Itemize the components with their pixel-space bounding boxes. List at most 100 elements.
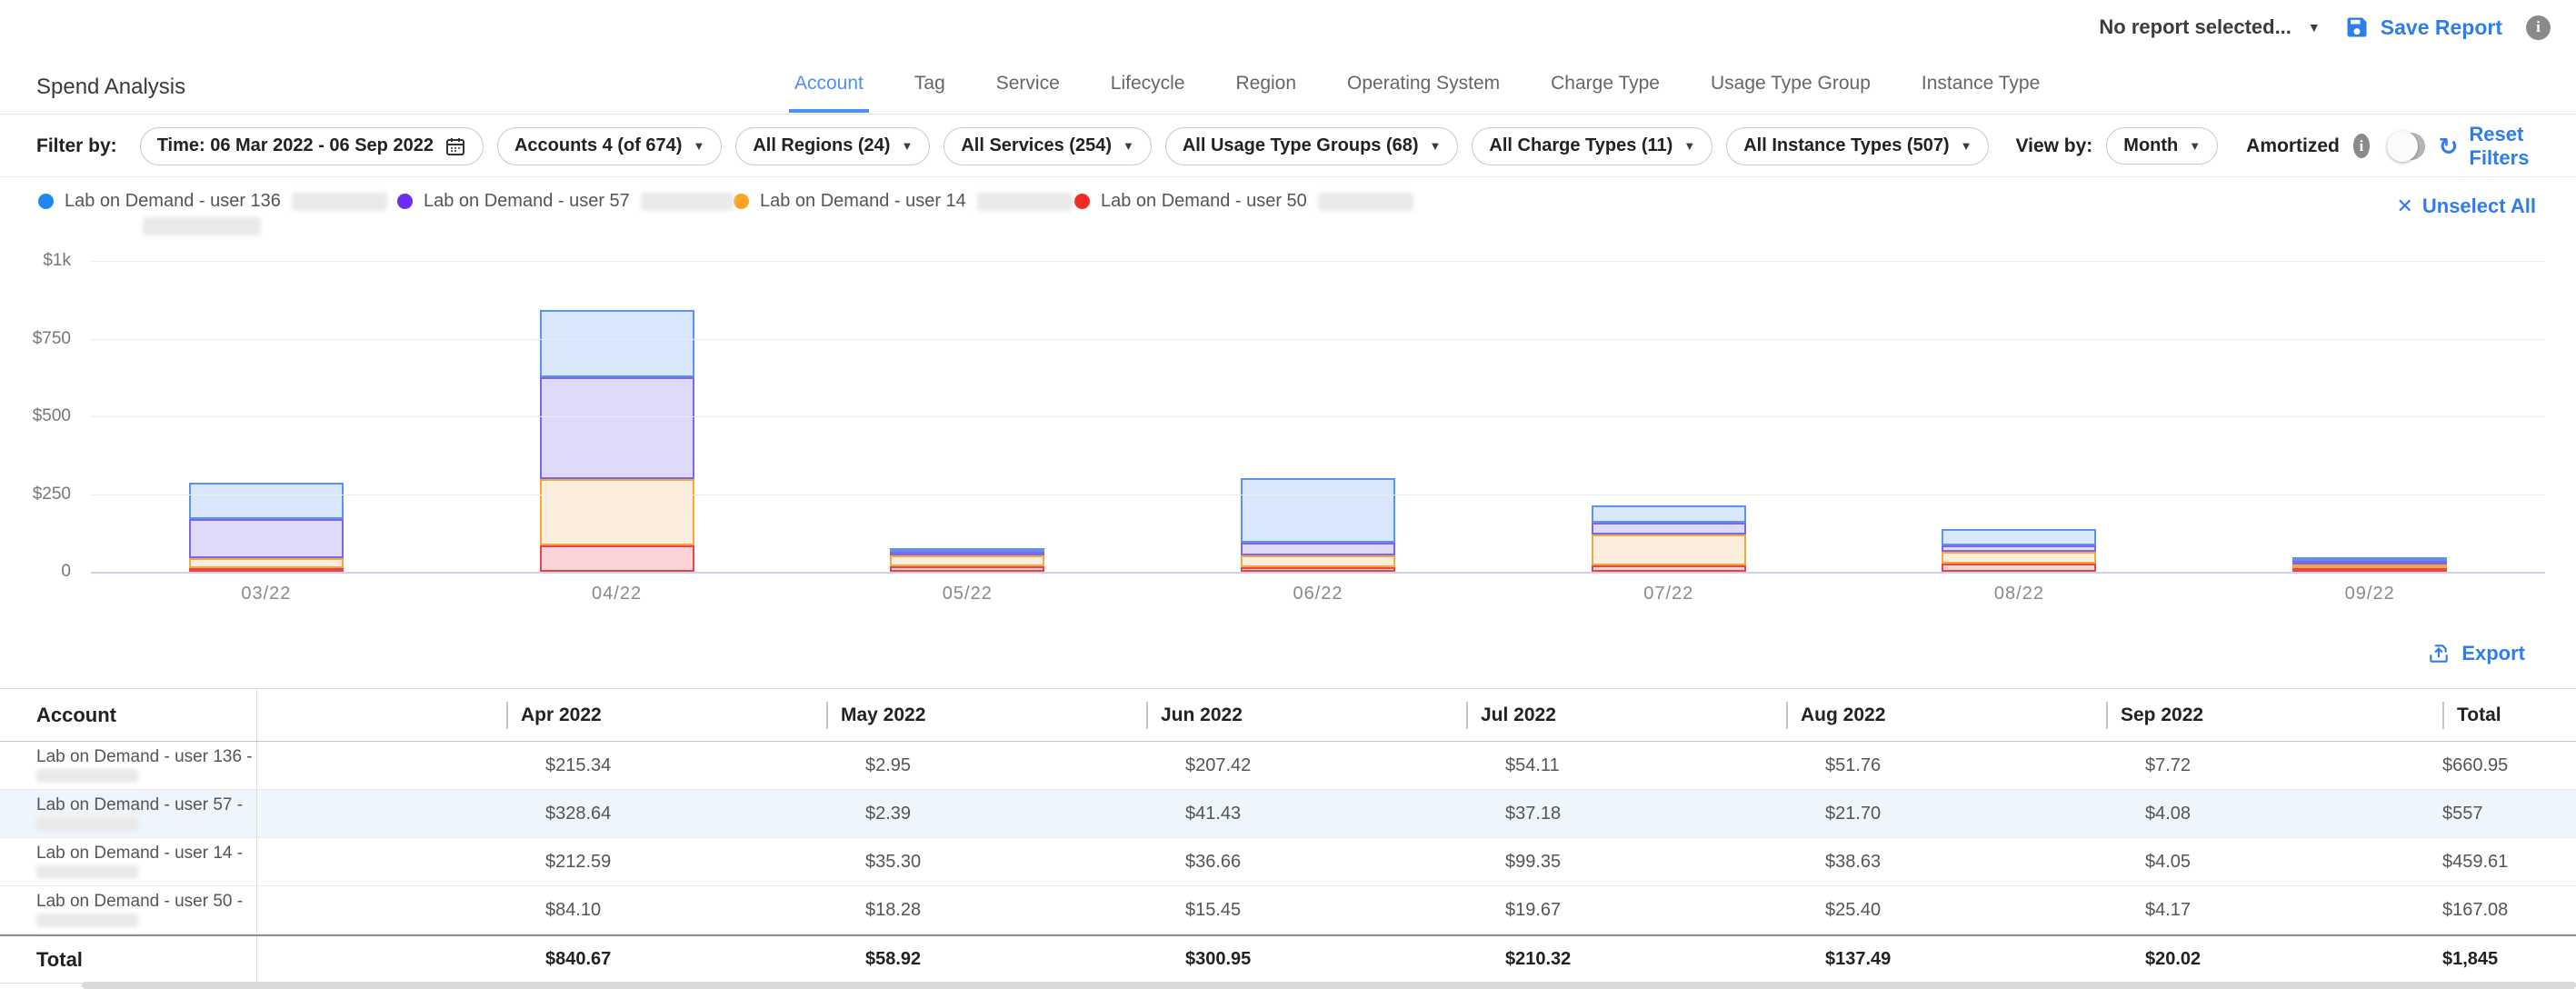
stacked-bar-03/22 <box>189 483 344 572</box>
account-cell: Lab on Demand - user 14 - <box>0 838 257 885</box>
legend-item-label: Lab on Demand - user 136 <box>65 191 281 212</box>
view-by-dropdown[interactable]: Month ▼ <box>2106 127 2218 165</box>
table-total-row: Total$840.67$58.92$300.95$210.32$137.49$… <box>0 934 2576 984</box>
value-cell: $99.35 <box>1455 838 1775 885</box>
save-icon <box>2344 15 2370 40</box>
tab-tag[interactable]: Tag <box>909 56 951 113</box>
legend-item-2[interactable]: Lab on Demand - user 14 <box>734 191 1074 212</box>
legend-item-line: Lab on Demand - user 136 <box>38 191 397 212</box>
column-gap <box>257 936 495 983</box>
legend-dot-icon <box>734 194 749 209</box>
export-label: Export <box>2461 642 2525 665</box>
legend-item-line: Lab on Demand - user 50 <box>1074 191 1465 212</box>
spend-table: AccountApr 2022May 2022Jun 2022Jul 2022A… <box>0 688 2576 984</box>
unselect-all-label: Unselect All <box>2422 195 2536 218</box>
x-axis-label: 05/22 <box>792 584 1143 604</box>
amortized-label: Amortized <box>2246 135 2340 157</box>
column-header-total[interactable]: Total <box>2415 689 2576 741</box>
filter-pill-6[interactable]: All Instance Types (507)▼ <box>1726 127 1989 165</box>
export-button[interactable]: Export <box>2427 642 2525 665</box>
bar-segment <box>1942 552 2096 564</box>
value-cell: $2.95 <box>815 742 1135 789</box>
info-icon[interactable]: i <box>2526 15 2551 40</box>
report-selector-dropdown[interactable]: No report selected... ▼ <box>2099 15 2320 39</box>
bar-segment <box>1592 534 1746 565</box>
tab-usage-type-group[interactable]: Usage Type Group <box>1705 56 1876 113</box>
value-cell: $38.63 <box>1775 838 2095 885</box>
value-cell: $660.95 <box>2415 742 2576 789</box>
tab-region[interactable]: Region <box>1230 56 1302 113</box>
bar-segment <box>1592 565 1746 572</box>
stacked-bar-07/22 <box>1592 505 1746 572</box>
legend-item-3[interactable]: Lab on Demand - user 50 <box>1074 191 1465 212</box>
amortized-toggle[interactable] <box>2387 133 2425 160</box>
filter-pill-0[interactable]: Time: 06 Mar 2022 - 06 Sep 2022 <box>140 127 484 165</box>
filter-pill-5[interactable]: All Charge Types (11)▼ <box>1472 127 1712 165</box>
redacted-text <box>143 217 261 235</box>
total-value-cell: $840.67 <box>495 936 815 983</box>
bar-segment <box>1592 523 1746 534</box>
bar-segment <box>1942 545 2096 552</box>
value-cell: $35.30 <box>815 838 1135 885</box>
redacted-text <box>36 769 138 783</box>
tab-service[interactable]: Service <box>991 56 1065 113</box>
value-cell: $4.17 <box>2095 886 2415 934</box>
tab-lifecycle[interactable]: Lifecycle <box>1105 56 1191 113</box>
value-cell: $41.43 <box>1135 790 1455 837</box>
account-name: Lab on Demand - user 14 - <box>36 844 243 863</box>
column-header-label: May 2022 <box>826 702 925 729</box>
column-header-may-2022[interactable]: May 2022 <box>815 689 1135 741</box>
legend-item-0[interactable]: Lab on Demand - user 136 <box>38 191 397 240</box>
value-cell: $19.67 <box>1455 886 1775 934</box>
bar-segment <box>1241 543 1395 555</box>
dimension-tabs: Account Tag Service Lifecycle Region Operatin… <box>789 55 2045 115</box>
save-report-button[interactable]: Save Report <box>2344 15 2502 40</box>
filter-pill-4[interactable]: All Usage Type Groups (68)▼ <box>1165 127 1459 165</box>
redacted-text <box>36 914 138 927</box>
tab-account[interactable]: Account <box>789 56 869 113</box>
column-header-apr-2022[interactable]: Apr 2022 <box>495 689 815 741</box>
y-axis-tick-label: $250 <box>0 485 71 504</box>
column-gap <box>257 742 495 789</box>
redacted-text <box>36 817 138 831</box>
value-cell: $167.08 <box>2415 886 2576 934</box>
bar-segment <box>540 545 694 572</box>
filter-pill-label: All Regions (24) <box>753 135 890 156</box>
value-cell: $15.45 <box>1135 886 1455 934</box>
column-header-label: Jul 2022 <box>1466 702 1556 729</box>
value-cell: $4.08 <box>2095 790 2415 837</box>
table-row: Lab on Demand - user 50 -$84.10$18.28$15… <box>0 886 2576 934</box>
chevron-down-icon: ▼ <box>1961 139 1972 153</box>
value-cell: $25.40 <box>1775 886 2095 934</box>
tab-operating-system[interactable]: Operating System <box>1342 56 1505 113</box>
title-tab-bar: Spend Analysis AccountTagServiceLifecycl… <box>0 55 2576 115</box>
table-row: Lab on Demand - user 14 - $212.59$35.30 $3… <box>0 838 2576 886</box>
account-name: Lab on Demand - user 57 - <box>36 796 243 814</box>
value-cell: $212.59 <box>495 838 815 885</box>
reset-filters-label: Reset Filters <box>2469 123 2540 170</box>
bar-segment <box>540 377 694 479</box>
tab-charge-type[interactable]: Charge Type <box>1545 56 1665 113</box>
tab-instance-type[interactable]: Instance Type <box>1916 56 2045 113</box>
column-header-jun-2022[interactable]: Jun 2022 <box>1135 689 1455 741</box>
column-header-sep-2022[interactable]: Sep 2022 <box>2095 689 2415 741</box>
legend-dot-icon <box>38 194 54 209</box>
column-header-label: Sep 2022 <box>2106 702 2203 729</box>
legend-item-label: Lab on Demand - user 14 <box>760 191 966 212</box>
reset-filters-button[interactable]: ↻ Reset Filters <box>2439 123 2540 170</box>
redacted-text <box>143 217 397 240</box>
filter-pill-3[interactable]: All Services (254)▼ <box>944 127 1152 165</box>
chart-legend: Lab on Demand - user 136 Lab on Demand - … <box>38 191 1465 240</box>
column-header-jul-2022[interactable]: Jul 2022 <box>1455 689 1775 741</box>
unselect-all-button[interactable]: ✕ Unselect All <box>2396 195 2536 218</box>
filter-pill-label: All Charge Types (11) <box>1489 135 1672 156</box>
legend-item-1[interactable]: Lab on Demand - user 57 <box>397 191 734 212</box>
value-cell: $328.64 <box>495 790 815 837</box>
column-header-aug-2022[interactable]: Aug 2022 <box>1775 689 2095 741</box>
filter-pill-2[interactable]: All Regions (24)▼ <box>735 127 930 165</box>
table-horizontal-scrollbar[interactable] <box>82 982 2576 989</box>
filter-pill-1[interactable]: Accounts 4 (of 674)▼ <box>497 127 722 165</box>
info-icon[interactable]: i <box>2353 134 2370 158</box>
chevron-down-icon: ▼ <box>2308 20 2321 35</box>
gridline <box>91 261 2545 262</box>
